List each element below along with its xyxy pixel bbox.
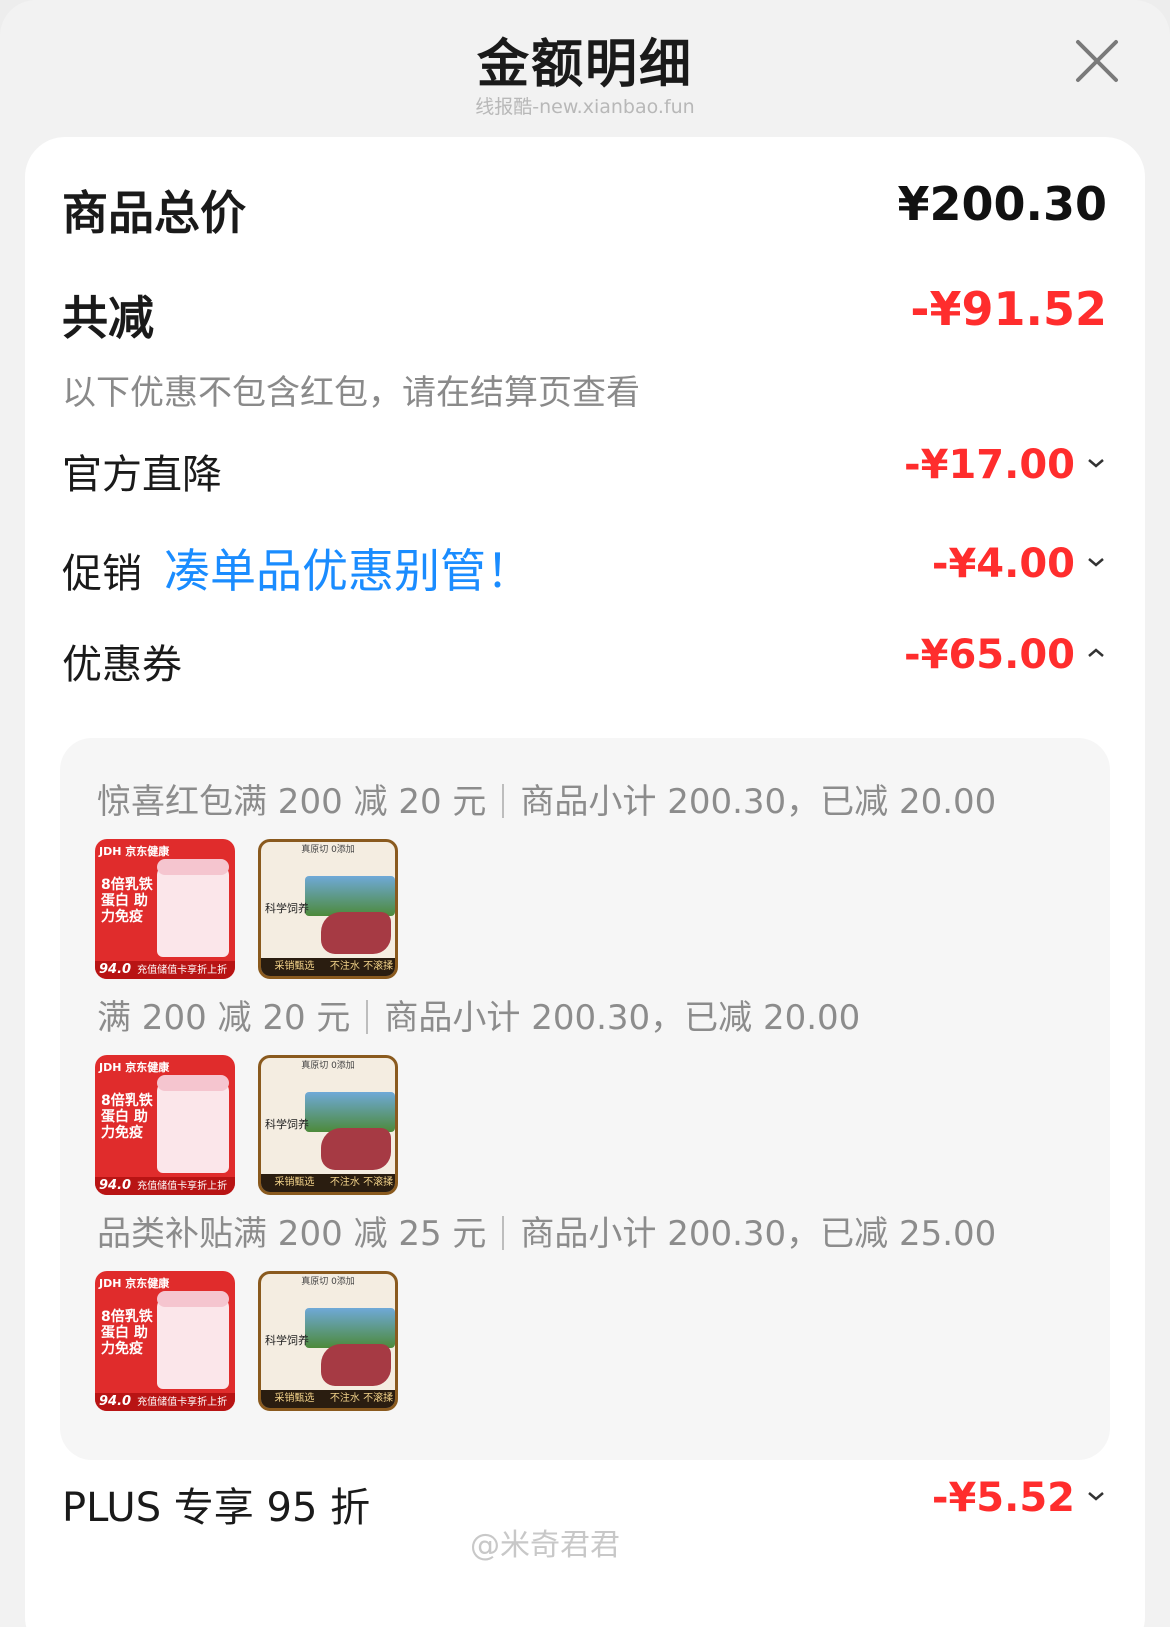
total-value: ¥200.30 xyxy=(897,177,1107,231)
product-can-image xyxy=(157,1075,229,1173)
product-badge-right: 不注水 不滚揉 xyxy=(329,1393,394,1404)
total-label: 商品总价 xyxy=(62,186,246,240)
product-badge-right: 不注水 不滚揉 xyxy=(329,961,394,972)
reduction-row: 共减 -¥91.52 xyxy=(62,282,1107,352)
product-pasture-image xyxy=(305,1092,395,1132)
promo-link[interactable]: 凑单品优惠别管！ xyxy=(164,544,532,598)
reduction-note: 以下优惠不包含红包，请在结算页查看 xyxy=(62,373,640,413)
coupon-item: 满 200 减 20 元商品小计 200.30，已减 20.00 xyxy=(97,990,860,1039)
coupon-detail: 商品小计 200.30，已减 20.00 xyxy=(384,998,861,1038)
product-price-banner: 94.0 充值储值卡享折上折 xyxy=(95,961,235,979)
divider xyxy=(366,999,369,1034)
coupon-amount: -¥65.00 xyxy=(904,632,1107,678)
plus-discount-value: -¥5.52 xyxy=(931,1475,1075,1521)
product-thumbnail-milk-powder[interactable]: JDH 京东健康 8倍乳铁蛋白 助力免疫 94.0 充值储值卡享折上折 xyxy=(95,1055,235,1195)
close-icon xyxy=(1076,40,1118,82)
product-top-label: 真原切 0添加 xyxy=(301,1061,355,1071)
product-top-label: 真原切 0添加 xyxy=(301,845,355,855)
coupon-item: 品类补贴满 200 减 25 元商品小计 200.30，已减 25.00 xyxy=(97,1206,996,1255)
product-badge-left: 采销甄选 xyxy=(274,1393,315,1404)
official-discount-row[interactable]: 官方直降 -¥17.00 xyxy=(62,442,1107,502)
promo-amount: -¥4.00 xyxy=(932,541,1107,587)
coupon-value: -¥65.00 xyxy=(904,632,1075,678)
close-button[interactable] xyxy=(1072,36,1122,86)
promo-label-group: 促销 凑单品优惠别管！ xyxy=(62,535,532,601)
chevron-down-icon[interactable] xyxy=(1085,551,1107,573)
product-thumbnail-milk-powder[interactable]: JDH 京东健康 8倍乳铁蛋白 助力免疫 94.0 充值储值卡享折上折 xyxy=(95,1271,235,1411)
product-top-label: 真原切 0添加 xyxy=(301,1277,355,1287)
product-meat-image xyxy=(321,1128,391,1170)
coupon-label: 优惠券 xyxy=(62,642,182,688)
product-banner: 充值储值卡享折上折 xyxy=(137,1397,228,1408)
coupon-row[interactable]: 优惠券 -¥65.00 xyxy=(62,632,1107,692)
coupon-item: 惊喜红包满 200 减 20 元商品小计 200.30，已减 20.00 xyxy=(97,774,996,823)
product-tagline: 科学饲养 xyxy=(265,1334,309,1347)
product-headline: 8倍乳铁蛋白 助力免疫 xyxy=(101,877,153,925)
product-pasture-image xyxy=(305,1308,395,1348)
divider xyxy=(502,783,505,818)
product-tagline: 科学饲养 xyxy=(265,1118,309,1131)
chevron-down-icon[interactable] xyxy=(1085,1485,1107,1507)
official-discount-label: 官方直降 xyxy=(62,452,222,498)
coupon-name: 惊喜红包满 200 减 20 元 xyxy=(97,782,487,822)
sheet-title: 金额明细 xyxy=(476,35,693,95)
product-price-banner: 94.0 充值储值卡享折上折 xyxy=(95,1393,235,1411)
product-thumbnail-beef[interactable]: 真原切 0添加 科学饲养 采销甄选 不注水 不滚揉 xyxy=(258,1271,398,1411)
product-badge-right: 不注水 不滚揉 xyxy=(329,1177,394,1188)
weibo-watermark: @米奇君君 xyxy=(470,1528,620,1563)
coupon-detail: 商品小计 200.30，已减 20.00 xyxy=(520,782,997,822)
product-badge-left: 采销甄选 xyxy=(274,961,315,972)
product-brand: JDH 京东健康 xyxy=(99,845,170,858)
product-brand: JDH 京东健康 xyxy=(99,1061,170,1074)
product-price: 94.0 xyxy=(99,1178,132,1193)
product-meat-image xyxy=(321,1344,391,1386)
divider xyxy=(502,1215,505,1250)
product-badges: 采销甄选 不注水 不滚揉 xyxy=(261,1390,395,1408)
coupon-breakdown: 惊喜红包满 200 减 20 元商品小计 200.30，已减 20.00 JDH… xyxy=(60,738,1110,1460)
product-headline: 8倍乳铁蛋白 助力免疫 xyxy=(101,1309,153,1357)
product-pasture-image xyxy=(305,876,395,916)
promo-value: -¥4.00 xyxy=(931,541,1075,587)
coupon-name: 品类补贴满 200 减 25 元 xyxy=(97,1214,487,1254)
product-can-image xyxy=(157,859,229,957)
product-meat-image xyxy=(321,912,391,954)
product-thumbnail-milk-powder[interactable]: JDH 京东健康 8倍乳铁蛋白 助力免疫 94.0 充值储值卡享折上折 xyxy=(95,839,235,979)
promo-label: 促销 xyxy=(62,551,142,597)
plus-discount-amount: -¥5.52 xyxy=(932,1475,1107,1521)
coupon-name: 满 200 减 20 元 xyxy=(97,998,351,1038)
product-price: 94.0 xyxy=(99,1394,132,1409)
product-thumbnail-beef[interactable]: 真原切 0添加 科学饲养 采销甄选 不注水 不滚揉 xyxy=(258,839,398,979)
coupon-detail: 商品小计 200.30，已减 25.00 xyxy=(520,1214,997,1254)
product-headline: 8倍乳铁蛋白 助力免疫 xyxy=(101,1093,153,1141)
plus-discount-label: PLUS 专享 95 折 xyxy=(62,1485,371,1531)
total-row: 商品总价 ¥200.30 xyxy=(62,177,1107,247)
promo-row[interactable]: 促销 凑单品优惠别管！ -¥4.00 xyxy=(62,535,1107,599)
product-brand: JDH 京东健康 xyxy=(99,1277,170,1290)
reduction-label: 共减 xyxy=(62,291,154,345)
site-watermark: 线报酷-new.xianbao.fun xyxy=(475,96,695,118)
chevron-down-icon[interactable] xyxy=(1085,452,1107,474)
product-badge-left: 采销甄选 xyxy=(274,1177,315,1188)
product-price: 94.0 xyxy=(99,962,132,977)
product-banner: 充值储值卡享折上折 xyxy=(137,965,228,976)
amount-detail-sheet: 金额明细 线报酷-new.xianbao.fun 商品总价 ¥200.30 共减… xyxy=(0,0,1170,1627)
official-discount-amount: -¥17.00 xyxy=(904,442,1107,488)
official-discount-value: -¥17.00 xyxy=(904,442,1075,488)
product-thumbnail-beef[interactable]: 真原切 0添加 科学饲养 采销甄选 不注水 不滚揉 xyxy=(258,1055,398,1195)
product-can-image xyxy=(157,1291,229,1389)
product-banner: 充值储值卡享折上折 xyxy=(137,1181,228,1192)
product-tagline: 科学饲养 xyxy=(265,902,309,915)
product-price-banner: 94.0 充值储值卡享折上折 xyxy=(95,1177,235,1195)
amount-card: 商品总价 ¥200.30 共减 -¥91.52 以下优惠不包含红包，请在结算页查… xyxy=(25,137,1145,1627)
reduction-value: -¥91.52 xyxy=(910,282,1107,336)
product-badges: 采销甄选 不注水 不滚揉 xyxy=(261,1174,395,1192)
product-badges: 采销甄选 不注水 不滚揉 xyxy=(261,958,395,976)
chevron-up-icon[interactable] xyxy=(1085,642,1107,664)
